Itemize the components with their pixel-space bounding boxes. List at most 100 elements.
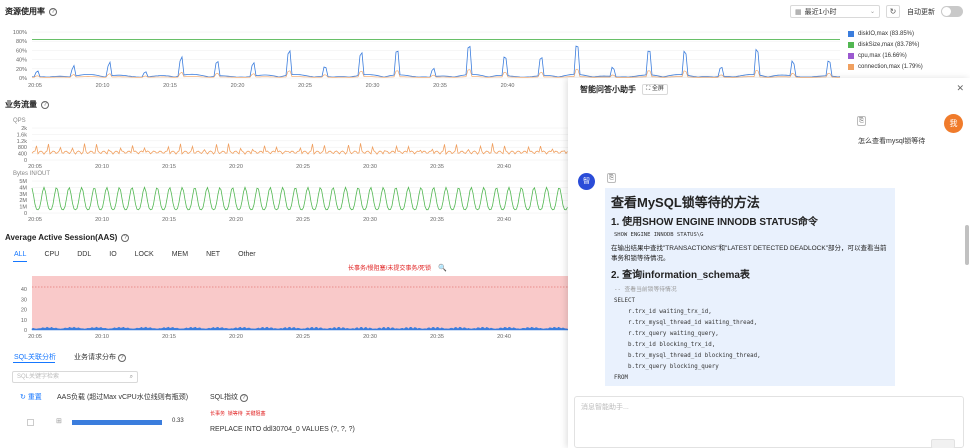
qps-chart: QPS 2k1.6k1.2k8004000 20:05 20:10 20:15 20:… xyxy=(13,118,568,170)
series-line-diskio xyxy=(31,45,841,78)
aas-x-axis: 20:05 20:10 20:15 20:20 20:25 20:30 20:35 20:40 xyxy=(28,334,511,340)
x-tick-label: 20:35 xyxy=(430,334,444,340)
load-bar-fill xyxy=(72,420,162,425)
legend-swatch xyxy=(848,41,854,48)
bytes-y-axis: 5M4M3M2M1M0 xyxy=(19,179,568,217)
auto-refresh-toggle[interactable] xyxy=(941,6,963,17)
fullscreen-button[interactable]: ⛶ 全屏 xyxy=(642,83,668,95)
copy-icon[interactable]: ⎘ xyxy=(857,116,866,126)
x-tick-label: 20:10 xyxy=(96,83,110,89)
y-tick-label: 1M xyxy=(19,205,27,211)
y-tick-label: 2k xyxy=(21,126,27,132)
load-value: 0.33 xyxy=(172,418,184,424)
aas-tab-all[interactable]: ALL xyxy=(14,251,26,258)
y-tick-label: 400 xyxy=(18,152,27,158)
legend-swatch xyxy=(848,63,854,70)
refresh-button[interactable]: ↻ xyxy=(886,5,900,18)
x-tick-label: 20:30 xyxy=(363,217,377,223)
search-icon[interactable]: 🔍 xyxy=(438,263,447,272)
x-tick-label: 20:15 xyxy=(163,83,177,89)
resource-legend: diskIO,max (83.85%) diskSize,max (83.78%)… xyxy=(848,28,923,72)
x-tick-label: 20:25 xyxy=(298,83,312,89)
legend-item[interactable]: diskIO,max (83.85%) xyxy=(848,28,923,39)
aas-y-axis: 40 30 20 10 0 xyxy=(21,287,27,334)
help-icon[interactable]: ? xyxy=(41,100,49,109)
aas-tab-other[interactable]: Other xyxy=(238,251,256,258)
y-tick-label: 40% xyxy=(16,58,27,64)
legend-item[interactable]: diskSize,max (83.78%) xyxy=(848,39,923,50)
search-icon[interactable]: ⌕ xyxy=(130,372,133,382)
help-icon[interactable]: ? xyxy=(121,233,130,242)
tab-business-distribution[interactable]: 业务请求分布 ? xyxy=(74,352,126,362)
y-tick-label: 20% xyxy=(16,67,27,73)
bot-avatar: 智 xyxy=(578,173,595,190)
col-load-header: AAS负载 (超过Max vCPU水位线则有瓶颈) xyxy=(57,394,189,401)
row-checkbox[interactable] xyxy=(27,419,34,426)
resource-y-axis: 100% 80% 60% 40% 20% 0% xyxy=(13,30,27,82)
x-tick-label: 20:25 xyxy=(296,217,310,223)
answer-paragraph-1: 在输出结果中查找"TRANSACTIONS"和"LATEST DETECTED … xyxy=(611,245,887,262)
x-tick-label: 20:20 xyxy=(229,217,243,223)
x-tick-label: 20:40 xyxy=(497,334,511,340)
copy-icon[interactable]: ⎘ xyxy=(607,173,616,183)
calendar-icon: ▦ xyxy=(795,8,802,16)
x-tick-label: 20:15 xyxy=(162,334,176,340)
legend-item[interactable]: cpu,max (16.66%) xyxy=(848,50,923,61)
qps-series-line xyxy=(31,143,568,156)
x-tick-label: 20:20 xyxy=(229,334,243,340)
close-icon[interactable]: ✕ xyxy=(956,83,964,94)
load-bar-track xyxy=(72,420,167,425)
assistant-panel: 智能问答小助手 ⛶ 全屏 ✕ 我 ⎘ 怎么查看mysql锁等待 智 ⎘ 查看My… xyxy=(568,78,970,448)
x-tick-label: 20:05 xyxy=(28,217,42,223)
reset-button[interactable]: ↻ 重置 xyxy=(20,392,42,402)
x-tick-label: 20:05 xyxy=(28,83,42,89)
help-icon[interactable]: ? xyxy=(239,394,248,402)
time-range-select[interactable]: ▦ 最近1小时 ⌄ xyxy=(790,5,880,18)
aas-tab-ddl[interactable]: DDL xyxy=(77,251,91,258)
assistant-header: 智能问答小助手 ⛶ 全屏 xyxy=(568,78,970,100)
panel-scrollbar[interactable] xyxy=(965,225,969,265)
legend-label: diskIO,max (83.85%) xyxy=(858,30,915,37)
aas-tab-lock[interactable]: LOCK xyxy=(135,251,154,258)
legend-item[interactable]: connection,max (1.79%) xyxy=(848,61,923,72)
y-tick-label: 2M xyxy=(19,198,27,204)
y-tick-label: 0 xyxy=(24,211,27,217)
y-tick-label: 80% xyxy=(16,39,27,45)
resource-gridlines xyxy=(32,31,840,79)
user-avatar: 我 xyxy=(944,114,963,133)
aas-tab-net[interactable]: NET xyxy=(206,251,220,258)
message-input[interactable]: 消息智能助手... xyxy=(574,396,964,448)
y-tick-label: 0 xyxy=(24,158,27,164)
legend-label: diskSize,max (83.78%) xyxy=(858,41,920,48)
y-tick-label: 0 xyxy=(24,328,27,334)
aas-tab-cpu[interactable]: CPU xyxy=(44,251,59,258)
y-tick-label: 800 xyxy=(18,145,27,151)
sql-text[interactable]: REPLACE INTO ddl30704_0 VALUES (?, ?, ?) xyxy=(210,426,355,433)
bytes-x-axis: 20:05 20:10 20:15 20:20 20:25 20:30 20:35 20:40 xyxy=(28,217,511,223)
aas-tab-io[interactable]: IO xyxy=(109,251,116,258)
y-tick-label: 40 xyxy=(21,287,27,293)
code-lines: SELECT r.trx_id waiting_trx_id, r.trx_my… xyxy=(614,298,761,381)
help-icon[interactable]: ? xyxy=(117,354,126,362)
sql-search-input[interactable]: SQL关键字检索 ⌕ xyxy=(12,371,138,383)
user-message: 怎么查看mysql锁等待 xyxy=(858,138,926,145)
aas-tab-mem[interactable]: MEM xyxy=(172,251,188,258)
x-tick-label: 20:40 xyxy=(501,83,515,89)
aas-alert-band xyxy=(32,276,568,330)
auto-refresh-label: 自动更新 xyxy=(907,9,935,16)
bot-answer: 查看MySQL锁等待的方法 1. 使用SHOW ENGINE INNODB ST… xyxy=(605,188,895,386)
help-icon[interactable]: ? xyxy=(49,7,57,16)
sql-tab-bar: SQL关联分析 业务请求分布 ? xyxy=(14,352,126,362)
answer-subheading-1: 1. 使用SHOW ENGINE INNODB STATUS命令 xyxy=(611,217,818,228)
tab-sql-analysis[interactable]: SQL关联分析 xyxy=(14,352,56,362)
y-tick-label: 1.2k xyxy=(17,139,28,145)
qps-y-axis: 2k1.6k1.2k8004000 xyxy=(17,126,568,164)
col-sql-header: SQL指纹 ? xyxy=(210,392,248,402)
y-tick-label: 20 xyxy=(21,308,27,314)
send-button[interactable] xyxy=(931,439,955,448)
resource-series-lines xyxy=(31,39,841,78)
y-tick-label: 10 xyxy=(21,318,27,324)
expand-icon[interactable]: ⊞ xyxy=(56,417,62,425)
x-tick-label: 20:30 xyxy=(366,83,380,89)
bytes-label: Bytes IN/OUT xyxy=(13,171,50,177)
